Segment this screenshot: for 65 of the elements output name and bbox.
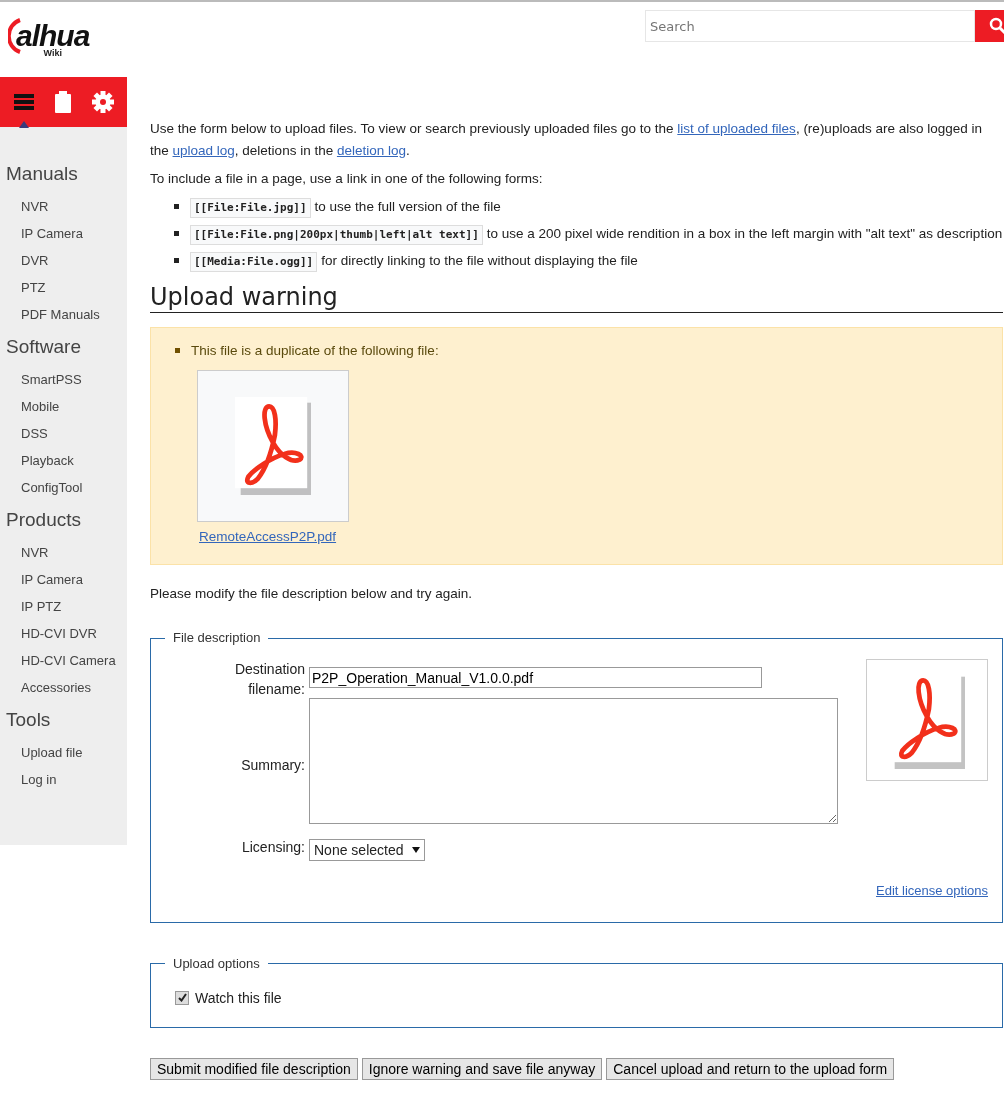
panel-legend: Upload options bbox=[165, 952, 268, 975]
form-description: for directly linking to the file without displaying the file bbox=[321, 252, 639, 270]
form-button[interactable]: Submit modified file description bbox=[150, 1057, 358, 1080]
field-label: Destination filename: bbox=[233, 660, 305, 699]
section-heading: Upload warning bbox=[150, 286, 1003, 313]
checkbox[interactable] bbox=[175, 990, 189, 1005]
intro-paragraph: Use the form below to upload files. To view or search previously uploaded files go to the list of uploaded files, (re)uploads are also logged in the upload log, deletions in the deletion log. bbox=[150, 120, 983, 160]
include-text: To include a file in a page, use a link in one of the following forms: bbox=[150, 170, 544, 188]
link[interactable]: list of uploaded files bbox=[677, 121, 796, 136]
sidebar-heading: Manuals bbox=[5, 163, 79, 185]
link[interactable]: deletion log bbox=[336, 143, 406, 158]
logo[interactable]: alhua Wiki bbox=[8, 19, 90, 60]
search-field[interactable]: Search bbox=[645, 10, 975, 42]
form-description: to use a 200 pixel wide rendition in a box in the left margin with "alt text" as description bbox=[486, 225, 1003, 243]
sidebar-item[interactable]: Upload file bbox=[0, 739, 127, 766]
sidebar-item[interactable]: PTZ bbox=[0, 274, 127, 301]
field-label: Summary: bbox=[240, 756, 305, 775]
sidebar-item[interactable]: IP PTZ bbox=[0, 593, 127, 620]
warning-message: This file is a duplicate of the following file: bbox=[191, 343, 439, 358]
sidebar-item[interactable]: NVR bbox=[0, 193, 127, 220]
form-button[interactable]: Ignore warning and save file anyway bbox=[361, 1057, 603, 1080]
toolbar-button[interactable] bbox=[91, 90, 116, 114]
bullet bbox=[174, 231, 179, 236]
checkbox-label: Watch this file bbox=[195, 988, 282, 1008]
menu-icon bbox=[13, 94, 34, 110]
sidebar-item[interactable]: NVR bbox=[0, 539, 127, 566]
sidebar-item[interactable]: PDF Manuals bbox=[0, 301, 127, 328]
pdf-icon bbox=[235, 396, 311, 496]
sidebar-item[interactable]: Mobile bbox=[0, 393, 127, 420]
sidebar-heading: Products bbox=[5, 509, 82, 531]
sidebar-item[interactable]: ConfigTool bbox=[0, 474, 127, 501]
sidebar-item[interactable]: Accessories bbox=[0, 674, 127, 701]
sidebar-item[interactable]: DSS bbox=[0, 420, 127, 447]
file-link[interactable]: RemoteAccessP2P.pdf bbox=[199, 526, 337, 548]
search-icon bbox=[989, 17, 1004, 35]
sidebar-item[interactable]: IP Camera bbox=[0, 220, 127, 247]
form-description: to use the full version of the file bbox=[314, 198, 502, 216]
link[interactable]: upload log bbox=[172, 143, 235, 158]
sidebar-item[interactable]: HD-CVI DVR bbox=[0, 620, 127, 647]
caret-icon bbox=[411, 846, 420, 853]
licensing-dropdown[interactable]: None selected bbox=[309, 838, 425, 861]
panel-legend: File description bbox=[165, 627, 269, 649]
code-snippet: [[File:File.jpg]] bbox=[190, 198, 311, 218]
sidebar-item[interactable]: Playback bbox=[0, 447, 127, 474]
settings-icon bbox=[92, 91, 115, 113]
license-link[interactable]: Edit license options bbox=[876, 882, 988, 898]
bullet bbox=[175, 348, 180, 353]
sidebar-item[interactable]: DVR bbox=[0, 247, 127, 274]
field-label: Licensing: bbox=[240, 838, 305, 857]
bullet bbox=[174, 258, 179, 263]
sidebar-item[interactable]: Log in bbox=[0, 766, 127, 793]
retry-text: Please modify the file description below and try again. bbox=[150, 585, 473, 603]
sidebar-heading: Tools bbox=[5, 709, 52, 731]
code-snippet: [[Media:File.ogg]] bbox=[190, 252, 318, 272]
filename-field[interactable]: P2P_Operation_Manual_V1.0.0.pdf bbox=[309, 667, 762, 688]
code-snippet: [[File:File.png|200px|thumb|left|alt text]] bbox=[190, 225, 483, 245]
sidebar-item[interactable]: HD-CVI Camera bbox=[0, 647, 127, 674]
file-thumbnail[interactable] bbox=[197, 370, 349, 522]
summary-field[interactable] bbox=[309, 697, 838, 824]
sidebar-item[interactable]: IP Camera bbox=[0, 566, 127, 593]
sidebar-heading: Software bbox=[5, 336, 82, 358]
clipboard-icon bbox=[55, 91, 72, 113]
form-button[interactable]: Cancel upload and return to the upload form bbox=[606, 1057, 895, 1080]
sidebar-item[interactable]: SmartPSS bbox=[0, 366, 127, 393]
bullet bbox=[174, 204, 179, 209]
